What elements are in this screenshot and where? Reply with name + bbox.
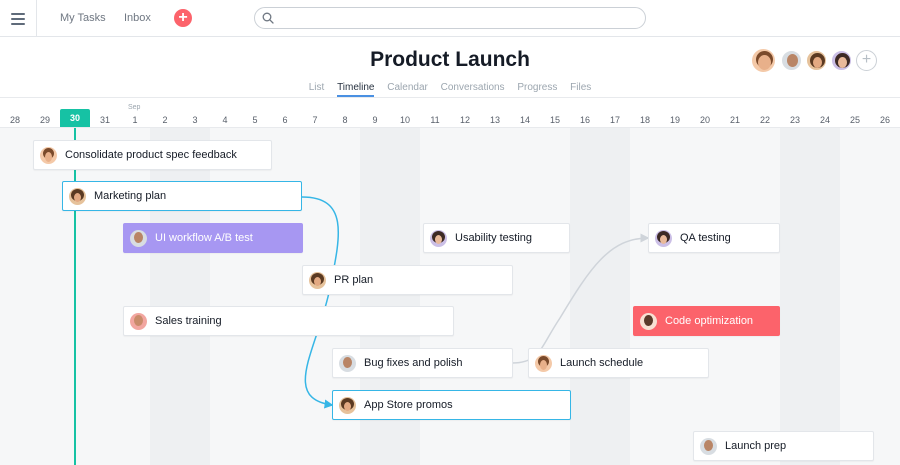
task-label: PR plan bbox=[334, 274, 374, 286]
date-label: 25 bbox=[849, 115, 860, 125]
date-label: 19 bbox=[669, 115, 680, 125]
date-label: 6 bbox=[282, 115, 288, 125]
avatar[interactable] bbox=[751, 48, 776, 73]
date-label: 17 bbox=[609, 115, 620, 125]
timeline-task[interactable]: Launch schedule bbox=[528, 348, 709, 378]
timeline-task[interactable]: App Store promos bbox=[332, 390, 571, 420]
plus-icon[interactable]: + bbox=[174, 9, 192, 27]
avatar bbox=[339, 396, 356, 414]
task-label: Launch schedule bbox=[560, 357, 644, 369]
timeline-task[interactable]: Usability testing bbox=[423, 223, 570, 253]
avatar[interactable] bbox=[806, 50, 827, 71]
timeline-task[interactable]: UI workflow A/B test bbox=[123, 223, 303, 253]
date-label: 2 bbox=[162, 115, 168, 125]
avatar bbox=[40, 146, 57, 164]
top-bar: My Tasks Inbox + bbox=[0, 0, 900, 37]
date-label: 16 bbox=[579, 115, 590, 125]
task-label: Sales training bbox=[155, 315, 222, 327]
timeline-task[interactable]: PR plan bbox=[302, 265, 513, 295]
avatar bbox=[309, 271, 326, 289]
task-label: Bug fixes and polish bbox=[364, 357, 463, 369]
date-label: 15 bbox=[549, 115, 560, 125]
date-label: 20 bbox=[699, 115, 710, 125]
date-label: 23 bbox=[789, 115, 800, 125]
today-marker: 30 bbox=[60, 109, 90, 127]
today-line bbox=[74, 128, 76, 465]
tab-progress[interactable]: Progress bbox=[517, 82, 557, 95]
add-member-button[interactable]: + bbox=[856, 50, 877, 71]
search-input[interactable] bbox=[254, 7, 646, 29]
date-label: 24 bbox=[819, 115, 830, 125]
date-label: 12 bbox=[459, 115, 470, 125]
search-icon bbox=[262, 12, 274, 24]
avatar bbox=[700, 437, 717, 455]
date-header: Sep 30 28 29 31 1 2 3 4 5 6 7 8 9 10 11 12 13 14 15 16 17 18… bbox=[0, 98, 900, 128]
avatar bbox=[130, 229, 147, 247]
tab-files[interactable]: Files bbox=[570, 82, 591, 95]
timeline-task[interactable]: Sales training bbox=[123, 306, 454, 336]
avatar bbox=[69, 187, 86, 205]
tab-calendar[interactable]: Calendar bbox=[387, 82, 428, 95]
timeline-task[interactable]: Bug fixes and polish bbox=[332, 348, 513, 378]
timeline-task[interactable]: Consolidate product spec feedback bbox=[33, 140, 272, 170]
month-label: Sep bbox=[128, 104, 141, 111]
avatar bbox=[430, 229, 447, 247]
date-label: 13 bbox=[489, 115, 500, 125]
nav-my-tasks[interactable]: My Tasks bbox=[60, 12, 106, 24]
avatar[interactable] bbox=[831, 50, 852, 71]
tab-list[interactable]: List bbox=[309, 82, 325, 95]
avatar bbox=[130, 312, 147, 330]
timeline-task[interactable]: Launch prep bbox=[693, 431, 874, 461]
task-label: Usability testing bbox=[455, 232, 533, 244]
task-label: App Store promos bbox=[364, 399, 453, 411]
week-stripe bbox=[780, 128, 840, 465]
date-label: 11 bbox=[430, 115, 440, 125]
avatar[interactable] bbox=[781, 50, 802, 71]
date-label: 18 bbox=[639, 115, 650, 125]
timeline-task[interactable]: Marketing plan bbox=[62, 181, 302, 211]
week-stripe bbox=[570, 128, 630, 465]
date-label: 31 bbox=[99, 115, 110, 125]
date-label: 8 bbox=[342, 115, 348, 125]
avatar bbox=[640, 312, 657, 330]
task-label: Consolidate product spec feedback bbox=[65, 149, 237, 161]
avatar bbox=[535, 354, 552, 372]
date-label: 9 bbox=[372, 115, 378, 125]
date-label: 21 bbox=[729, 115, 740, 125]
hamburger-icon[interactable] bbox=[0, 0, 37, 37]
task-label: QA testing bbox=[680, 232, 731, 244]
avatar bbox=[339, 354, 356, 372]
task-label: UI workflow A/B test bbox=[155, 232, 253, 244]
date-label: 26 bbox=[879, 115, 890, 125]
date-label: 4 bbox=[222, 115, 228, 125]
task-label: Code optimization bbox=[665, 315, 754, 327]
date-label: 14 bbox=[519, 115, 530, 125]
timeline-view: Sep 30 28 29 31 1 2 3 4 5 6 7 8 9 10 11 12 13 14 15 16 17 18… bbox=[0, 97, 900, 465]
task-label: Launch prep bbox=[725, 440, 787, 452]
task-label: Marketing plan bbox=[94, 190, 167, 202]
date-label: 28 bbox=[9, 115, 20, 125]
date-label: 7 bbox=[312, 115, 318, 125]
avatar bbox=[655, 229, 672, 247]
tab-timeline[interactable]: Timeline bbox=[337, 82, 375, 97]
week-stripe bbox=[150, 128, 210, 465]
date-label: 1 bbox=[132, 115, 138, 125]
date-label: 3 bbox=[192, 115, 198, 125]
timeline-task[interactable]: QA testing bbox=[648, 223, 780, 253]
timeline-task[interactable]: Code optimization bbox=[633, 306, 780, 336]
project-tabs: List Timeline Calendar Conversations Pro… bbox=[0, 82, 900, 97]
date-label: 22 bbox=[759, 115, 770, 125]
date-label: 10 bbox=[399, 115, 410, 125]
tab-conversations[interactable]: Conversations bbox=[441, 82, 505, 95]
date-label: 29 bbox=[39, 115, 50, 125]
nav-inbox[interactable]: Inbox bbox=[124, 12, 151, 24]
date-label: 5 bbox=[252, 115, 258, 125]
